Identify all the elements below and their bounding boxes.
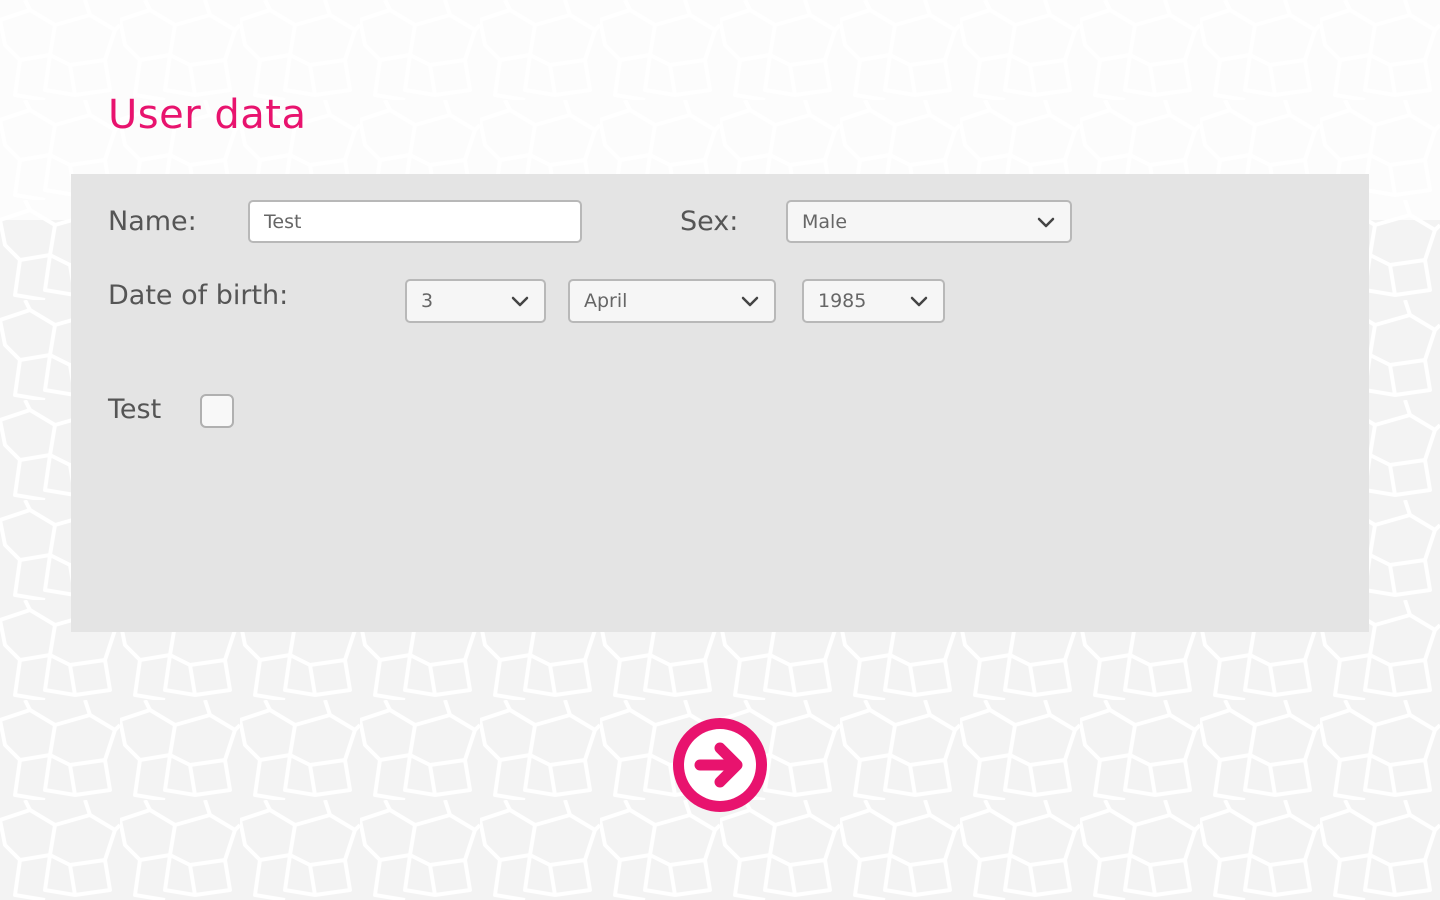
chevron-down-icon — [1037, 217, 1055, 227]
name-input[interactable] — [248, 200, 582, 243]
name-label: Name: — [108, 206, 197, 237]
dob-label: Date of birth: — [108, 280, 289, 311]
dob-year-select[interactable]: 1985 — [802, 279, 945, 323]
arrow-right-circle-icon — [684, 729, 756, 801]
page-title: User data — [108, 92, 307, 138]
test-label: Test — [108, 394, 162, 425]
dob-day-select[interactable]: 3 — [405, 279, 546, 323]
test-checkbox[interactable] — [200, 394, 234, 428]
dob-month-value: April — [584, 290, 628, 312]
dob-year-value: 1985 — [818, 290, 867, 312]
sex-select-value: Male — [802, 210, 848, 233]
chevron-down-icon — [511, 296, 529, 307]
chevron-down-icon — [910, 296, 928, 307]
sex-select[interactable]: Male — [786, 200, 1072, 243]
sex-label: Sex: — [680, 206, 739, 237]
dob-day-value: 3 — [421, 290, 434, 312]
dob-month-select[interactable]: April — [568, 279, 776, 323]
next-button[interactable] — [673, 718, 767, 812]
chevron-down-icon — [741, 296, 759, 307]
